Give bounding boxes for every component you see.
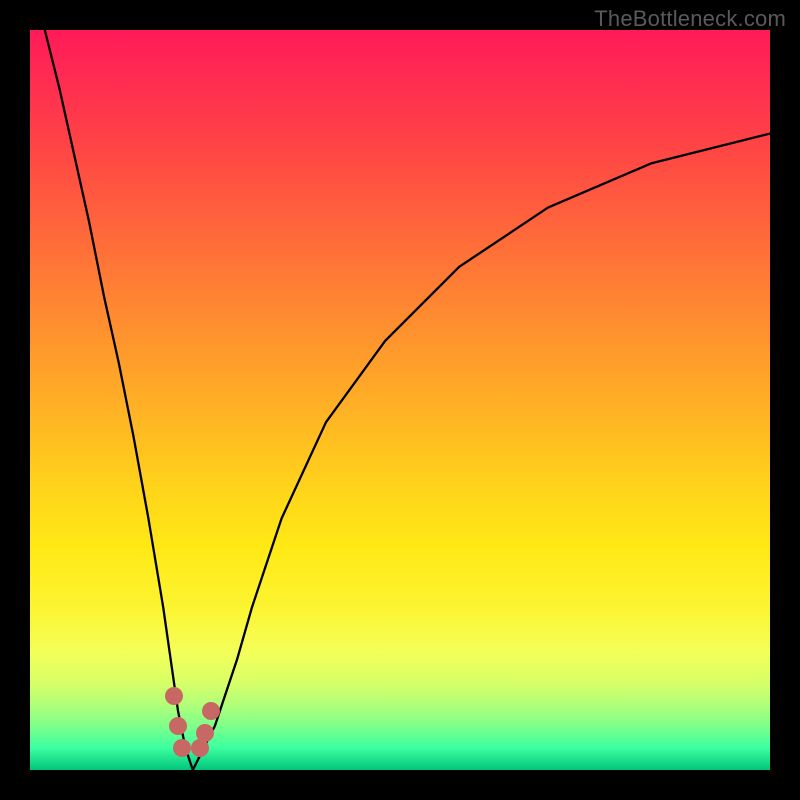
plot-area: [30, 30, 770, 770]
marker-layer: [30, 30, 770, 770]
chart-frame: TheBottleneck.com: [0, 0, 800, 800]
marker-dot: [173, 739, 191, 757]
marker-dot: [202, 702, 220, 720]
watermark-text: TheBottleneck.com: [594, 6, 786, 32]
marker-dot: [169, 717, 187, 735]
marker-dot: [165, 687, 183, 705]
marker-dot: [196, 724, 214, 742]
